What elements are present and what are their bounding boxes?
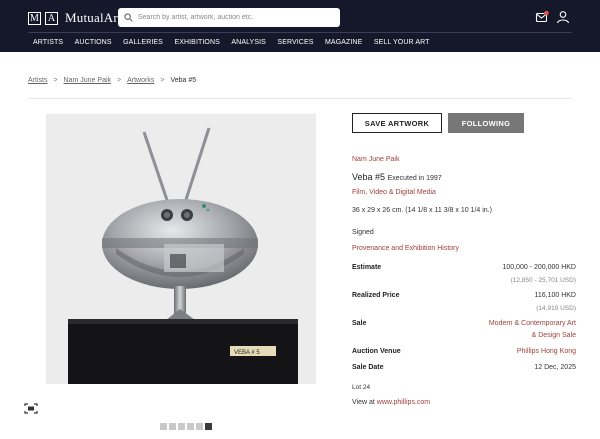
logo-mark-a: A [45,11,58,25]
realized-price-usd: (14,919 USD) [536,305,576,312]
breadcrumb-separator: > [53,77,58,84]
notifications-icon[interactable] [535,10,549,24]
breadcrumb-artworks[interactable]: Artworks [127,77,154,84]
gallery-dot[interactable] [187,423,194,430]
auction-venue-label: Auction Venue [352,348,401,355]
provenance-link[interactable]: Provenance and Exhibition History [352,245,459,252]
execution-year: Executed in 1997 [387,175,442,182]
dimensions: 36 x 29 x 26 cm. (14 1/8 x 11 3/8 x 10 1… [352,207,492,214]
artwork-title-line: Veba #5 Executed in 1997 [352,172,442,182]
nav-auctions[interactable]: AUCTIONS [75,39,112,46]
following-button[interactable]: FOLLOWING [448,113,524,133]
user-icon[interactable] [556,10,570,24]
nav-artists[interactable]: ARTISTS [33,39,63,46]
sale-link[interactable]: Modern & Contemporary Art & Design Sale [489,318,576,342]
realized-price-label: Realized Price [352,292,400,299]
search-bar[interactable] [118,8,340,27]
artwork-illustration: VEBA # 5 [68,127,298,384]
search-icon[interactable] [124,13,133,22]
view-at-line: View at www.phillips.com [352,399,430,406]
medium-link[interactable]: Film, Video & Digital Media [352,189,436,196]
breadcrumb-separator: > [160,77,165,84]
gallery-dot-active[interactable] [205,423,212,430]
pedestal-plaque: VEBA # 5 [234,350,260,356]
auction-venue-link[interactable]: Phillips Hong Kong [517,346,576,358]
view-at-link[interactable]: www.phillips.com [377,399,430,406]
sale-date-label: Sale Date [352,364,384,371]
signed-label: Signed [352,229,374,236]
breadcrumb-current: Veba #5 [170,77,197,84]
realized-price-value: 116,100 HKD [534,292,576,299]
view-at-prefix: View at [352,399,375,406]
estimate-value: 100,000 - 200,000 HKD [502,264,576,271]
nav-magazine[interactable]: MAGAZINE [325,39,362,46]
breadcrumb-divider [28,98,572,99]
logo-mark-m: M [28,11,41,25]
nav-sell-your-art[interactable]: SELL YOUR ART [374,39,430,46]
gallery-dot[interactable] [160,423,167,430]
fullscreen-icon[interactable] [24,403,38,414]
top-header: M A MutualArt ARTISTS AUCTIONS GALLERIES… [0,0,600,52]
save-artwork-button[interactable]: SAVE ARTWORK [352,113,442,133]
main-nav: ARTISTS AUCTIONS GALLERIES EXHIBITIONS A… [0,33,600,52]
lot-number: Lot 24 [352,384,371,391]
nav-exhibitions[interactable]: EXHIBITIONS [174,39,219,46]
gallery-pagination [160,423,212,430]
artwork-title: Veba #5 [352,172,386,182]
breadcrumb-artist[interactable]: Nam June Paik [64,77,111,84]
estimate-label: Estimate [352,264,382,271]
nav-analysis[interactable]: ANALYSIS [231,39,266,46]
sale-name-line-2: & Design Sale [531,332,576,339]
search-input[interactable] [138,14,328,21]
logo-text: MutualArt [65,10,122,25]
sale-name-line-1: Modern & Contemporary Art [488,320,576,327]
sale-label: Sale [352,320,367,327]
sale-date-value: 12 Dec, 2025 [534,364,576,371]
artwork-image[interactable]: VEBA # 5 [46,114,316,384]
site-logo[interactable]: M A MutualArt [28,10,122,26]
estimate-usd: (12,850 - 25,701 USD) [510,277,576,284]
breadcrumb: Artists > Nam June Paik > Artworks > Veb… [28,77,196,84]
breadcrumb-separator: > [117,77,122,84]
breadcrumb-artists[interactable]: Artists [28,77,47,84]
nav-services[interactable]: SERVICES [277,39,313,46]
gallery-dot[interactable] [169,423,176,430]
artist-link[interactable]: Nam June Paik [352,156,399,163]
gallery-dot[interactable] [196,423,203,430]
gallery-dot[interactable] [178,423,185,430]
nav-galleries[interactable]: GALLERIES [123,39,163,46]
